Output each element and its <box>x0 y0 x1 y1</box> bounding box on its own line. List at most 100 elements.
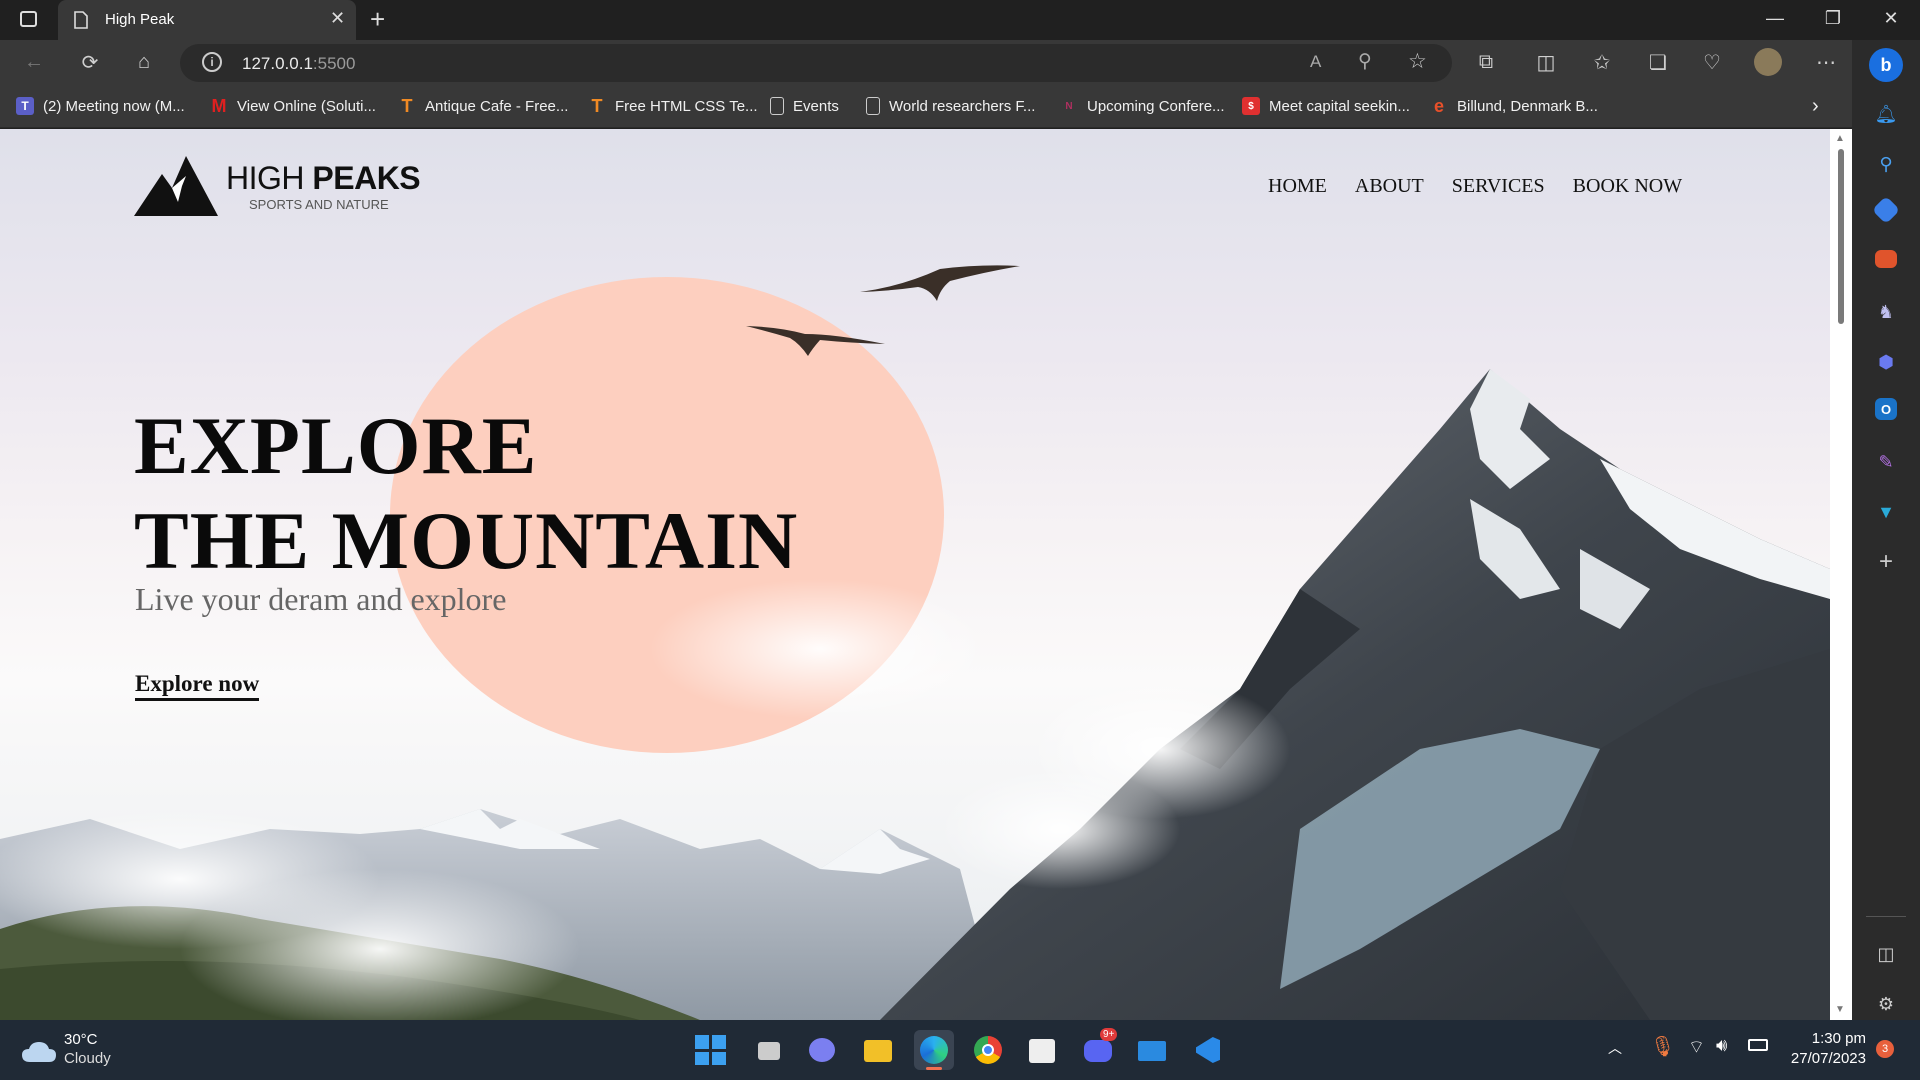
search-icon[interactable]: ⚲ <box>1872 150 1900 178</box>
bookmark-item[interactable]: World researchers F... <box>866 84 1035 128</box>
notifications-bell-icon[interactable]: 🔔︎ <box>1872 100 1900 128</box>
teams-icon: T <box>16 97 34 115</box>
n-logo-icon: N <box>1065 100 1073 112</box>
cloud-icon <box>22 1042 56 1062</box>
e-logo-icon: e <box>1433 95 1444 116</box>
t-logo-icon: T <box>591 95 603 116</box>
scrollbar-thumb[interactable] <box>1838 149 1844 324</box>
back-button[interactable]: ← <box>16 40 52 84</box>
url-host: 127.0.0.1 <box>242 54 313 73</box>
bookmark-item[interactable]: e Billund, Denmark B... <box>1430 84 1598 128</box>
bookmark-item[interactable]: $ Meet capital seekin... <box>1242 84 1410 128</box>
clock-time[interactable]: 1:30 pm <box>1786 1030 1866 1047</box>
bookmark-label: Billund, Denmark B... <box>1457 97 1598 115</box>
nav-book-now[interactable]: BOOK NOW <box>1573 175 1682 198</box>
bookmarks-bar: T (2) Meeting now (M... M View Online (Sol… <box>0 84 1852 128</box>
hero-subtitle: Live your deram and explore <box>135 581 507 617</box>
collections-icon[interactable]: ❏ <box>1640 40 1676 84</box>
restore-button[interactable]: ❐ <box>1813 8 1853 29</box>
t-logo-icon: T <box>401 95 413 116</box>
browser-essentials-icon[interactable]: ♡ <box>1694 40 1730 84</box>
site-info-icon[interactable]: i <box>202 52 222 72</box>
tab-actions-icon[interactable] <box>20 11 37 27</box>
bookmark-item[interactable]: M View Online (Soluti... <box>210 84 376 128</box>
mountain-logo-icon <box>134 156 218 216</box>
bookmark-label: Events <box>793 97 839 115</box>
favorite-star-icon[interactable]: ☆ <box>1408 49 1427 74</box>
wifi-icon[interactable]: ⌔ <box>1688 1036 1705 1059</box>
outlook-icon[interactable]: O <box>1875 398 1897 420</box>
scroll-down-icon[interactable]: ▼ <box>1835 1004 1845 1015</box>
sidebar-settings-icon[interactable]: ⚙ <box>1872 990 1900 1018</box>
profile-avatar[interactable] <box>1750 40 1786 84</box>
designer-icon[interactable]: ✎ <box>1872 448 1900 476</box>
home-button[interactable]: ⌂ <box>126 40 162 84</box>
show-hidden-icons-icon[interactable]: ︿ <box>1608 1038 1622 1058</box>
discord-icon[interactable]: 9+ <box>1082 1028 1118 1066</box>
new-tab-button[interactable]: + <box>370 4 385 35</box>
refresh-button[interactable]: ⟳ <box>72 40 108 84</box>
browser-tab[interactable]: High Peak ✕ <box>58 0 356 40</box>
battery-icon[interactable] <box>1748 1039 1768 1051</box>
bookmark-item[interactable]: T (2) Meeting now (M... <box>16 84 185 128</box>
edge-browser-icon[interactable] <box>914 1030 954 1070</box>
file-explorer-icon[interactable] <box>862 1034 894 1066</box>
start-button[interactable] <box>694 1034 726 1066</box>
explore-now-link[interactable]: Explore now <box>135 671 260 701</box>
bing-copilot-icon[interactable]: b <box>1869 48 1903 82</box>
bookmark-label: (2) Meeting now (M... <box>43 97 185 115</box>
url-port: :5500 <box>312 54 356 73</box>
address-bar[interactable]: i 127.0.0.1:5500 A ⚲ ☆ <box>180 44 1452 82</box>
bookmark-label: Upcoming Confere... <box>1087 97 1225 115</box>
brand-name: HIGH PEAKS <box>226 160 421 197</box>
hide-sidebar-icon[interactable]: ◫ <box>1872 940 1900 968</box>
notification-badge[interactable]: 3 <box>1876 1040 1894 1058</box>
brand-tagline: SPORTS AND NATURE <box>249 197 389 212</box>
bookmark-item[interactable]: N Upcoming Confere... <box>1060 84 1225 128</box>
weather-desc: Cloudy <box>64 1050 111 1067</box>
bookmark-item[interactable]: T Free HTML CSS Te... <box>588 84 758 128</box>
bookmark-label: Meet capital seekin... <box>1269 97 1410 115</box>
taskbar: 30°C Cloudy 9+ ︿ 🎙︎ ⌔ 🔊︎ 1:30 pm 27/07/2… <box>0 1020 1920 1080</box>
volume-icon[interactable]: 🔊︎ <box>1716 1035 1727 1056</box>
red-badge-icon: $ <box>1242 97 1260 115</box>
weather-temp: 30°C <box>64 1031 98 1048</box>
zoom-icon[interactable]: ⚲ <box>1358 50 1372 73</box>
close-window-button[interactable]: ✕ <box>1871 8 1911 29</box>
hero-headline-line-1: EXPLORE <box>134 400 538 491</box>
page-scrollbar[interactable]: ▲ ▼ <box>1830 129 1852 1020</box>
copilot-hex-icon[interactable]: ⬢ <box>1872 348 1900 376</box>
discord-badge: 9+ <box>1100 1028 1118 1041</box>
more-bookmarks-icon[interactable]: › <box>1812 84 1819 128</box>
nav-about[interactable]: ABOUT <box>1355 175 1424 198</box>
microsoft-store-icon[interactable] <box>1026 1034 1058 1066</box>
nav-services[interactable]: SERVICES <box>1452 175 1545 198</box>
shopping-tag-icon[interactable] <box>1871 195 1901 225</box>
task-view-icon[interactable] <box>752 1034 784 1066</box>
page-icon <box>74 11 88 29</box>
extensions-icon[interactable]: ⧉ <box>1468 40 1504 84</box>
more-menu-icon[interactable]: ⋯ <box>1808 40 1844 84</box>
page-icon <box>866 97 880 115</box>
weather-widget[interactable]: 30°C Cloudy <box>22 1030 142 1070</box>
mail-icon[interactable] <box>1136 1034 1168 1066</box>
split-screen-icon[interactable]: ◫ <box>1528 40 1564 84</box>
microphone-icon[interactable]: 🎙︎ <box>1650 1034 1675 1059</box>
chrome-icon[interactable] <box>972 1034 1004 1066</box>
games-icon[interactable]: ♞ <box>1872 298 1900 326</box>
close-tab-icon[interactable]: ✕ <box>330 8 345 29</box>
read-aloud-icon[interactable]: A <box>1310 52 1321 72</box>
add-sidebar-app-icon[interactable]: + <box>1872 548 1900 576</box>
vscode-icon[interactable] <box>1192 1034 1224 1066</box>
minimize-button[interactable]: — <box>1755 8 1795 29</box>
scroll-up-icon[interactable]: ▲ <box>1835 133 1845 144</box>
clock-date[interactable]: 27/07/2023 <box>1786 1050 1866 1067</box>
nav-home[interactable]: HOME <box>1268 175 1327 198</box>
bookmark-item[interactable]: T Antique Cafe - Free... <box>398 84 569 128</box>
tools-briefcase-icon[interactable] <box>1875 250 1897 268</box>
bookmark-item[interactable]: Events <box>770 84 839 128</box>
favorites-icon[interactable]: ✩ <box>1584 40 1620 84</box>
sidebar-divider <box>1866 916 1906 917</box>
teams-chat-icon[interactable] <box>806 1034 838 1066</box>
drop-icon[interactable]: ▼ <box>1872 498 1900 526</box>
